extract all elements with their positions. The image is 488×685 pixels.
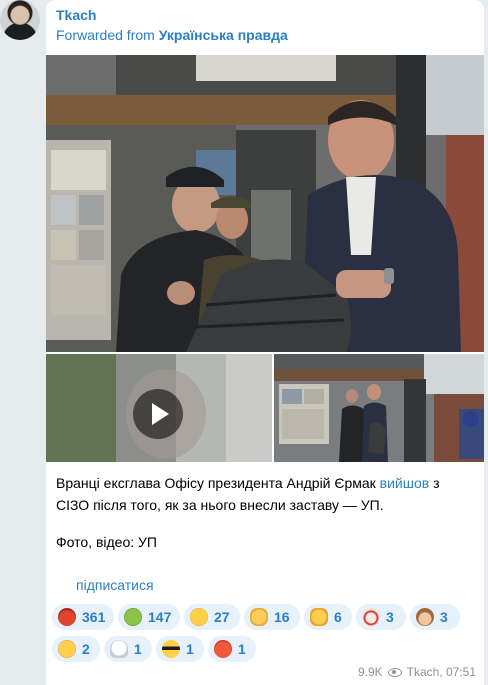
reaction-smiling-face-with-hearts[interactable]: 2 bbox=[52, 636, 100, 662]
reaction-count: 16 bbox=[274, 609, 290, 625]
caption-link[interactable]: вийшов bbox=[380, 475, 430, 491]
angry-face-icon bbox=[58, 608, 76, 626]
reaction-count: 2 bbox=[82, 641, 90, 657]
views-count: 9.9K bbox=[357, 665, 383, 679]
monkey-face-icon bbox=[416, 608, 434, 626]
reaction-clown-face[interactable]: 3 bbox=[356, 604, 406, 630]
video-thumbnail[interactable] bbox=[46, 354, 272, 462]
reaction-count: 3 bbox=[440, 609, 448, 625]
reaction-nauseated-face[interactable]: 147 bbox=[118, 604, 180, 630]
thumbs-up-icon bbox=[310, 608, 328, 626]
forwarded-prefix: Forwarded from bbox=[56, 27, 155, 43]
subscribe-link[interactable]: підписатися bbox=[76, 577, 154, 593]
clapping-hands-icon bbox=[250, 608, 268, 626]
photo-main[interactable] bbox=[46, 55, 484, 352]
channel-avatar[interactable] bbox=[0, 0, 40, 40]
message-footer: 9.9K Tkach, 07:51 bbox=[358, 665, 476, 679]
clown-face-icon bbox=[362, 608, 380, 626]
reaction-pouting-face[interactable]: 1 bbox=[208, 636, 256, 662]
post-signature-time: Tkach, 07:51 bbox=[406, 665, 476, 679]
reaction-count: 147 bbox=[148, 609, 172, 625]
photo-thumbnail[interactable] bbox=[274, 354, 484, 462]
nauseated-face-icon bbox=[124, 608, 142, 626]
smiling-face-with-hearts-icon bbox=[58, 640, 76, 658]
play-icon[interactable] bbox=[133, 389, 183, 439]
reaction-ghost[interactable]: 1 bbox=[104, 636, 152, 662]
reaction-count: 1 bbox=[186, 641, 194, 657]
reaction-angry-face[interactable]: 361 bbox=[52, 604, 114, 630]
reaction-count: 3 bbox=[386, 609, 394, 625]
reaction-clapping-hands[interactable]: 16 bbox=[244, 604, 300, 630]
reaction-thumbs-up[interactable]: 6 bbox=[304, 604, 352, 630]
sunglasses-face-icon bbox=[162, 640, 180, 658]
forwarded-source[interactable]: Українська правда bbox=[159, 27, 288, 43]
reaction-grinning-face[interactable]: 27 bbox=[184, 604, 240, 630]
pouting-face-icon bbox=[214, 640, 232, 658]
reaction-count: 1 bbox=[238, 641, 246, 657]
photo-credit: Фото, відео: УП bbox=[56, 534, 157, 550]
media-album bbox=[46, 55, 484, 462]
forwarded-header[interactable]: Forwarded from Українська правда bbox=[56, 27, 288, 43]
ghost-icon bbox=[110, 640, 128, 658]
grinning-face-icon bbox=[190, 608, 208, 626]
reaction-count: 6 bbox=[334, 609, 342, 625]
eye-icon bbox=[387, 667, 402, 677]
message-caption: Вранці ексглава Офісу президента Андрій … bbox=[56, 472, 476, 516]
reaction-count: 1 bbox=[134, 641, 142, 657]
caption-text-1: Вранці ексглава Офісу президента Андрій … bbox=[56, 475, 380, 491]
reaction-count: 27 bbox=[214, 609, 230, 625]
reaction-monkey-face[interactable]: 3 bbox=[410, 604, 460, 630]
reaction-sunglasses-face[interactable]: 1 bbox=[156, 636, 204, 662]
reaction-count: 361 bbox=[82, 609, 106, 625]
message-author[interactable]: Tkach bbox=[56, 7, 96, 23]
message-bubble: Tkach Forwarded from Українська правда В… bbox=[46, 0, 484, 685]
